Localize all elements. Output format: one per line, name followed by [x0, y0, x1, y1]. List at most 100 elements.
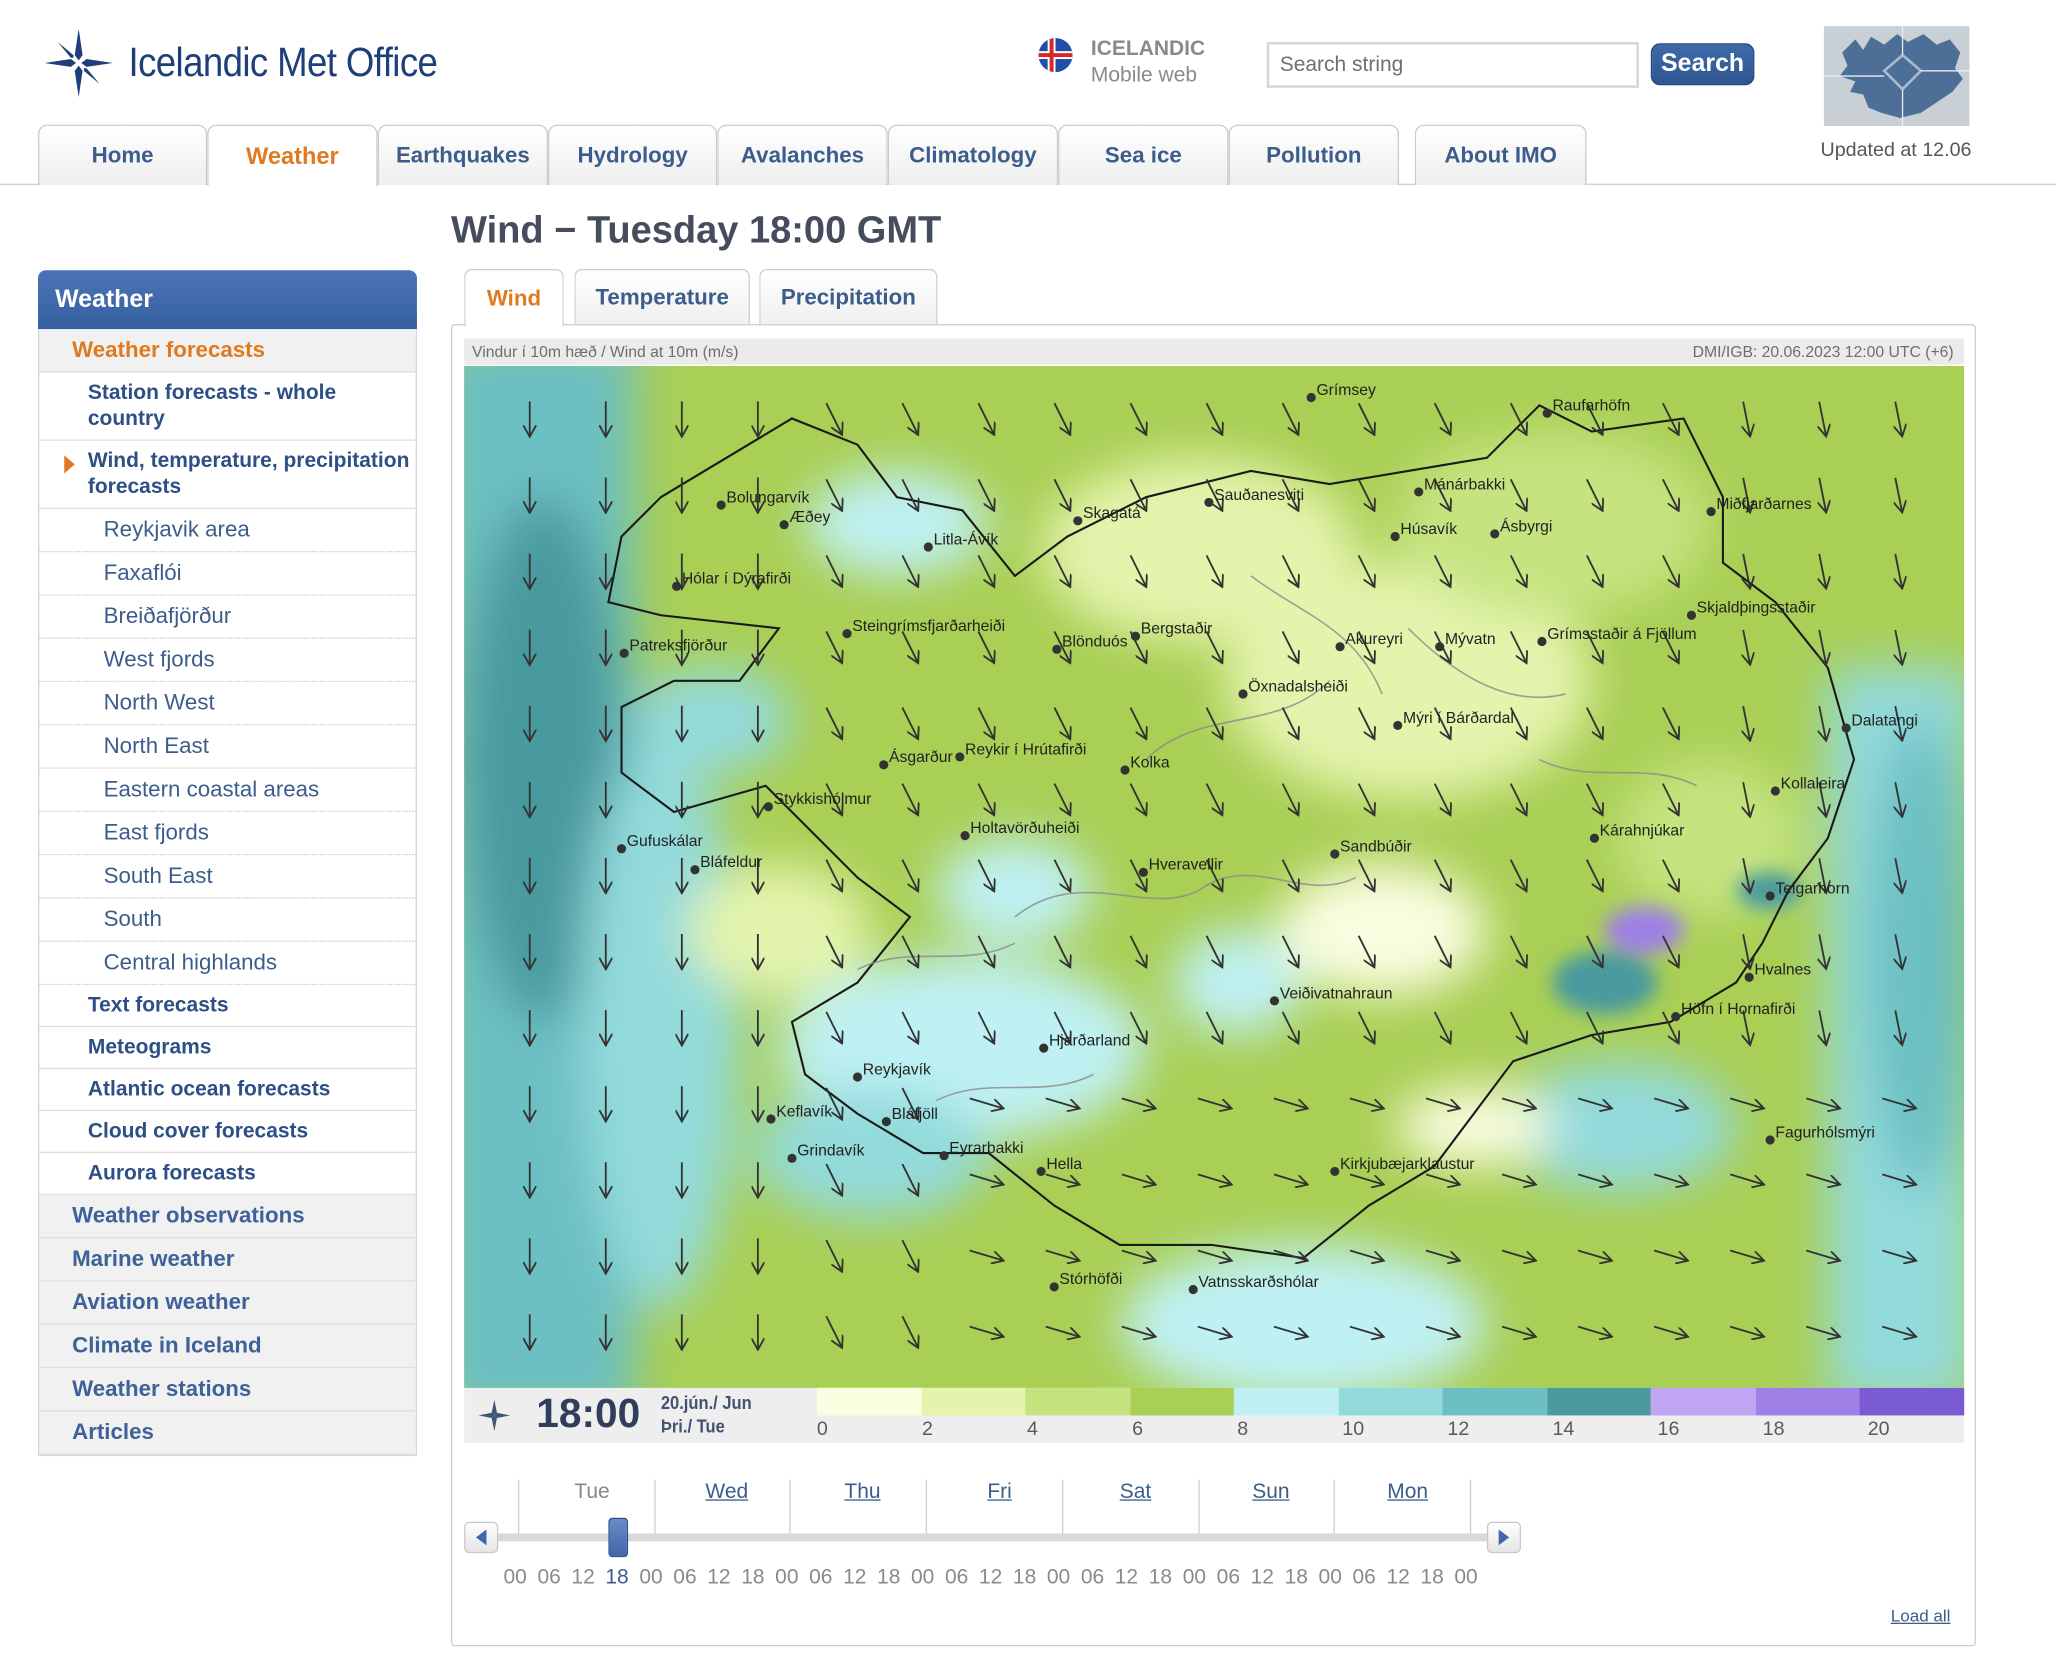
- station-marker[interactable]: [1138, 867, 1148, 877]
- station-marker[interactable]: [852, 1072, 863, 1082]
- station-marker[interactable]: [955, 752, 965, 762]
- sidebar-item-west-fjords[interactable]: West fjords: [39, 639, 416, 683]
- day-thu[interactable]: Thu: [844, 1481, 880, 1505]
- station-marker[interactable]: [1414, 487, 1424, 497]
- station-marker[interactable]: [1390, 531, 1400, 542]
- station-marker[interactable]: [763, 802, 773, 812]
- sidebar-item-central-highlands[interactable]: Central highlands: [39, 942, 416, 986]
- station-marker[interactable]: [1589, 833, 1600, 843]
- timeline-hour-label[interactable]: 06: [1353, 1566, 1376, 1590]
- station-marker[interactable]: [881, 1116, 891, 1127]
- station-marker[interactable]: [960, 831, 970, 841]
- sidebar-item-north-east[interactable]: North East: [39, 725, 416, 769]
- station-marker[interactable]: [671, 581, 682, 591]
- sidebar-item-faxafloi[interactable]: Faxaflói: [39, 552, 416, 596]
- imo-logo[interactable]: Icelandic Met Office: [42, 26, 472, 99]
- station-marker[interactable]: [1073, 516, 1083, 526]
- sidebar-item-east-fjords[interactable]: East fjords: [39, 812, 416, 856]
- station-marker[interactable]: [939, 1151, 949, 1161]
- station-marker[interactable]: [1269, 996, 1280, 1006]
- station-marker[interactable]: [1765, 891, 1775, 901]
- station-marker[interactable]: [923, 542, 933, 552]
- station-marker[interactable]: [1049, 1282, 1059, 1292]
- station-marker[interactable]: [1671, 1012, 1681, 1022]
- tab-about-imo[interactable]: About IMO: [1414, 124, 1587, 185]
- tab-earthquakes[interactable]: Earthquakes: [377, 124, 549, 185]
- station-marker[interactable]: [1435, 642, 1445, 652]
- load-all-link[interactable]: Load all: [1891, 1606, 1951, 1626]
- sidebar-item-aviation-weather[interactable]: Aviation weather: [39, 1281, 416, 1325]
- tab-weather[interactable]: Weather: [207, 124, 378, 187]
- sidebar-item-station-forecasts[interactable]: Station forecasts - whole country: [39, 373, 416, 441]
- station-marker[interactable]: [1393, 720, 1403, 731]
- slider-next-button[interactable]: [1486, 1521, 1521, 1554]
- timeline-hour-label[interactable]: 18: [1013, 1566, 1036, 1590]
- station-marker[interactable]: [616, 844, 627, 854]
- slider-thumb[interactable]: [608, 1517, 629, 1558]
- station-marker[interactable]: [779, 520, 789, 530]
- station-marker[interactable]: [1841, 723, 1851, 733]
- station-marker[interactable]: [1238, 689, 1248, 699]
- timeline-hour-label[interactable]: 12: [979, 1566, 1002, 1590]
- language-switch[interactable]: ICELANDIC Mobile web: [1038, 37, 1205, 89]
- tab-sea-ice[interactable]: Sea ice: [1058, 124, 1229, 185]
- station-marker[interactable]: [1330, 849, 1340, 859]
- tab-hydrology[interactable]: Hydrology: [548, 124, 718, 185]
- timeline-hour-label[interactable]: 06: [537, 1566, 560, 1590]
- day-sat[interactable]: Sat: [1120, 1481, 1151, 1505]
- timeline-hour-label[interactable]: 12: [1386, 1566, 1409, 1590]
- sidebar-item-text-forecasts[interactable]: Text forecasts: [39, 985, 416, 1028]
- day-wed[interactable]: Wed: [705, 1481, 748, 1505]
- station-marker[interactable]: [1188, 1284, 1198, 1295]
- station-marker[interactable]: [1744, 972, 1754, 982]
- timeline-hour-label[interactable]: 00: [1454, 1566, 1477, 1590]
- tab-avalanches[interactable]: Avalanches: [717, 124, 888, 185]
- sidebar-item-south[interactable]: South: [39, 899, 416, 942]
- station-marker[interactable]: [1036, 1166, 1046, 1177]
- timeline-hour-label[interactable]: 18: [741, 1566, 764, 1590]
- timeline-hour-label[interactable]: 00: [911, 1566, 934, 1590]
- station-marker[interactable]: [1537, 636, 1547, 647]
- sidebar-item-meteograms[interactable]: Meteograms: [39, 1027, 416, 1070]
- timeline-hour-label[interactable]: 12: [707, 1566, 730, 1590]
- sidebar-item-reykjavik-area[interactable]: Reykjavik area: [39, 509, 416, 553]
- tab-home[interactable]: Home: [38, 124, 208, 185]
- station-marker[interactable]: [1706, 507, 1716, 517]
- wind-forecast-map[interactable]: Grímsey Raufarhöfn Bolungarvík Æðey Litla-Áv…: [437, 339, 1973, 1416]
- sidebar-item-breidafjordur[interactable]: Breiðafjörður: [39, 596, 416, 639]
- timeline-hour-label[interactable]: 12: [1251, 1566, 1274, 1590]
- station-marker[interactable]: [1490, 529, 1500, 539]
- sidebar-item-articles[interactable]: Articles: [39, 1411, 416, 1455]
- station-marker[interactable]: [1686, 610, 1697, 620]
- timeline-hour-label[interactable]: 06: [945, 1566, 968, 1590]
- sidebar-item-atlantic-ocean[interactable]: Atlantic ocean forecasts: [39, 1069, 416, 1112]
- timeline-hour-label[interactable]: 06: [1217, 1566, 1240, 1590]
- station-marker[interactable]: [1765, 1135, 1775, 1145]
- station-marker[interactable]: [1335, 642, 1345, 652]
- timeline-hour-label[interactable]: 18: [605, 1566, 628, 1590]
- timeline-hour-label[interactable]: 00: [1047, 1566, 1070, 1590]
- station-marker[interactable]: [1120, 765, 1130, 775]
- timeline-hour-label[interactable]: 12: [571, 1566, 594, 1590]
- station-marker[interactable]: [1052, 644, 1062, 654]
- timeline-hour-label[interactable]: 00: [504, 1566, 527, 1590]
- slider-prev-button[interactable]: [464, 1521, 499, 1554]
- station-marker[interactable]: [787, 1153, 797, 1163]
- sidebar-item-weather-forecasts[interactable]: Weather forecasts: [39, 329, 416, 373]
- station-marker[interactable]: [1770, 786, 1780, 796]
- timeline-hour-label[interactable]: 18: [1420, 1566, 1443, 1590]
- timeline-hour-label[interactable]: 00: [639, 1566, 662, 1590]
- station-marker[interactable]: [879, 760, 889, 770]
- mobile-web-link[interactable]: Mobile web: [1091, 63, 1205, 89]
- sidebar-item-eastern-coastal[interactable]: Eastern coastal areas: [39, 769, 416, 813]
- search-button[interactable]: Search: [1650, 43, 1755, 86]
- iceland-map-thumbnail[interactable]: [1823, 26, 1970, 126]
- station-marker[interactable]: [619, 648, 629, 658]
- timeline-hour-label[interactable]: 06: [1081, 1566, 1104, 1590]
- timeline-hour-label[interactable]: 00: [1319, 1566, 1342, 1590]
- slider-track[interactable]: [495, 1533, 1493, 1542]
- station-marker[interactable]: [1330, 1166, 1340, 1177]
- timeline-hour-label[interactable]: 00: [775, 1566, 798, 1590]
- station-marker[interactable]: [1039, 1043, 1049, 1053]
- tab-climatology[interactable]: Climatology: [887, 124, 1059, 185]
